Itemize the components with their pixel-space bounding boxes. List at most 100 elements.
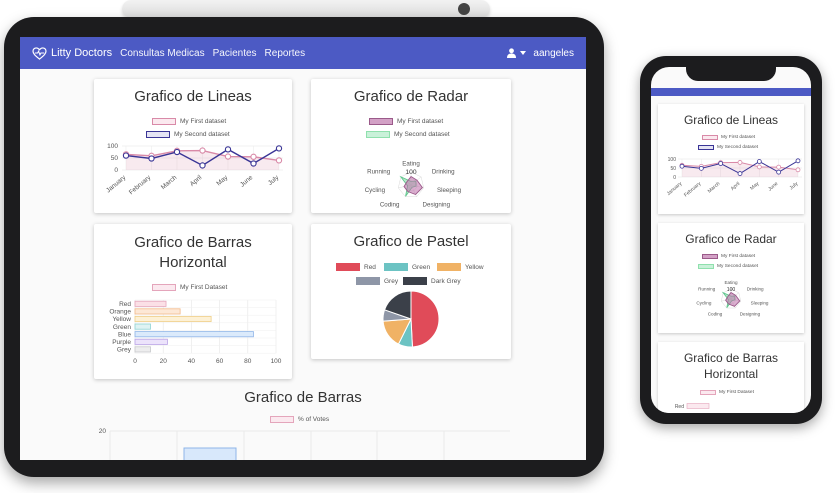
data-point (737, 160, 743, 165)
legend-votes[interactable]: % of Votes (270, 416, 329, 423)
legend-label: My First Dataset (180, 284, 228, 291)
phone-hbar-chart-title: Grafico de Barras Horizontal (683, 351, 779, 381)
radar-tick-label: 100 (405, 169, 416, 176)
category-label: Purple (112, 339, 131, 346)
legend-label: My First dataset (721, 254, 756, 259)
legend-label: My Second dataset (394, 131, 450, 138)
data-point (275, 145, 283, 152)
legend-second-dataset[interactable]: My Second dataset (366, 131, 450, 138)
line-chart-title: Grafico de Lineas (134, 88, 252, 105)
x-tick-label: February (683, 181, 703, 199)
bar (134, 308, 181, 315)
nav-pacientes[interactable]: Pacientes (213, 48, 257, 59)
legend-red[interactable]: Red (336, 263, 376, 271)
data-point (776, 169, 782, 175)
nav-reportes[interactable]: Reportes (265, 48, 306, 59)
data-point (776, 164, 782, 170)
x-tick-label: March (707, 181, 722, 195)
radar-axis-label: Sleeping (437, 187, 462, 194)
tablet-screen: Litty Doctors Consultas Medicas Paciente… (20, 37, 586, 460)
phone-screen: Grafico de Lineas My First dataset My Se… (651, 67, 811, 413)
data-point (250, 160, 257, 167)
x-tick-label: 60 (216, 358, 224, 365)
legend-label: My First dataset (721, 135, 756, 140)
legend-swatch (336, 263, 360, 271)
phone-radar-chart-card: Grafico de Radar My First dataset My Sec… (658, 223, 804, 333)
category-label: Yellow (112, 316, 131, 323)
legend-grey[interactable]: Grey (356, 277, 398, 285)
data-point (224, 153, 232, 160)
radar-axis-label: Drinking (432, 169, 455, 176)
legend-label: My Second dataset (174, 131, 230, 138)
pie-chart (382, 290, 440, 348)
x-tick-label: February (128, 174, 153, 197)
legend-label: My First dataset (397, 118, 444, 125)
x-tick-label: April (730, 181, 742, 192)
radar-axis-label: Eating (402, 160, 420, 167)
legend-swatch (369, 118, 393, 125)
hbar-chart: RedOrangeYellowGreenBluePurpleGrey0 20 40 6… (109, 299, 282, 365)
data-point (199, 162, 206, 169)
legend-first-dataset[interactable]: My First dataset (152, 118, 226, 125)
category-label: Green (113, 324, 131, 331)
x-tick-label: June (239, 174, 255, 189)
legend-second-dataset[interactable]: My Second dataset (146, 131, 230, 138)
y-tick-label: 50 (670, 166, 676, 172)
bar (686, 403, 710, 409)
data-point (756, 164, 762, 170)
legend-label: My First dataset (180, 118, 227, 125)
radar-chart: 100 Eating Drinking Sleeping Designing Coding… (365, 160, 462, 208)
nav-consultas-medicas[interactable]: Consultas Medicas (120, 48, 204, 59)
category-label: Red (119, 301, 131, 308)
legend-swatch (698, 145, 714, 150)
data-point (679, 163, 685, 169)
data-point (275, 157, 283, 164)
legend-first-dataset[interactable]: My First dataset (702, 135, 755, 140)
legend-first-dataset[interactable]: My First Dataset (700, 390, 754, 395)
legend-second-dataset[interactable]: My Second dataset (698, 145, 758, 150)
radar-axis-label: Running (698, 286, 716, 291)
legend-yellow[interactable]: Yellow (437, 263, 484, 271)
data-point (795, 158, 801, 164)
data-point (698, 165, 704, 171)
legend-first-dataset[interactable]: My First dataset (702, 254, 755, 259)
data-point (173, 148, 181, 156)
phone-radar-chart: 100 Eating Drinking Sleeping Designing Coding… (696, 280, 769, 316)
legend-swatch (152, 284, 176, 291)
legend-first-dataset[interactable]: My First Dataset (152, 284, 227, 291)
legend-swatch (698, 264, 714, 269)
stylus-pencil (122, 0, 490, 18)
stylus-tip (458, 3, 470, 15)
bar (134, 315, 212, 322)
phone-line-chart: 100 50 0 January February March April Ma… (666, 157, 802, 199)
category-label: Grey (117, 347, 132, 354)
user-menu[interactable]: aangeles (507, 48, 574, 59)
phone-line-chart-title: Grafico de Lineas (683, 113, 779, 127)
phone-hbar-chart-card: Grafico de Barras Horizontal My First Da… (658, 342, 804, 413)
caret-down-icon (520, 51, 527, 55)
legend-label: My Second dataset (717, 264, 759, 269)
legend-dark-grey[interactable]: Dark Grey (403, 277, 461, 285)
legend-first-dataset[interactable]: My First dataset (369, 118, 443, 125)
data-point (737, 171, 743, 176)
bar-chart: 20 (99, 428, 510, 460)
legend-swatch (146, 131, 170, 138)
legend-swatch (702, 135, 718, 140)
radar-axis-label: Drinking (747, 286, 764, 291)
bar-chart-section: Grafico de Barras % of Votes 20 (94, 389, 512, 460)
brand[interactable]: Litty Doctors (32, 46, 112, 60)
phone-radar-chart-title: Grafico de Radar (685, 232, 777, 246)
radar-axis-label: Sleeping (751, 300, 769, 305)
bar (134, 331, 254, 338)
phone-frame: Grafico de Lineas My First dataset My Se… (640, 56, 822, 424)
x-tick-label: 0 (133, 358, 137, 365)
heart-pulse-icon (32, 46, 47, 60)
line-chart: 100 50 0 January February March April Ma… (105, 143, 283, 197)
username: aangeles (533, 47, 574, 59)
y-tick-label: 0 (673, 175, 676, 181)
legend-green[interactable]: Green (384, 263, 430, 271)
legend-second-dataset[interactable]: My Second dataset (698, 264, 758, 269)
data-point (718, 161, 724, 166)
category-label: Red (675, 404, 684, 410)
legend-swatch (437, 263, 461, 271)
